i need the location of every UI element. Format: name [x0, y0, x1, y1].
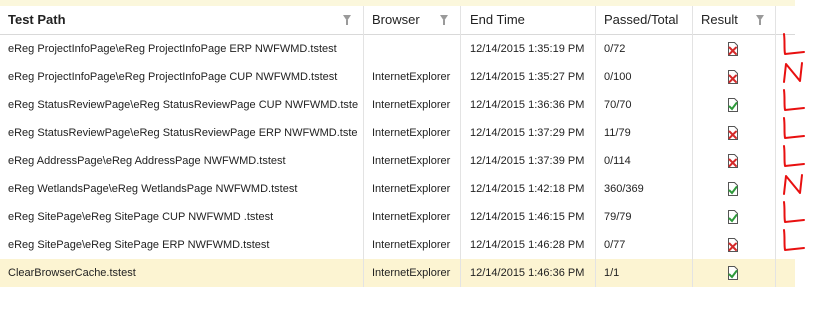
browser-cell: InternetExplorer — [372, 183, 451, 195]
fail-result-icon — [728, 70, 738, 84]
table-row[interactable]: ClearBrowserCache.tstest InternetExplorer… — [0, 259, 795, 287]
table-row[interactable]: eReg SitePage\eReg SitePage ERP NWFWMD.t… — [0, 231, 795, 259]
table-row[interactable]: eReg StatusReviewPage\eReg StatusReviewP… — [0, 119, 795, 147]
passed-total-cell: 11/79 — [604, 127, 631, 139]
end-time-cell: 12/14/2015 1:35:19 PM — [470, 43, 585, 55]
column-header-label: Passed/Total — [604, 12, 679, 27]
browser-cell: InternetExplorer — [372, 155, 451, 167]
filter-icon[interactable] — [756, 15, 764, 25]
annotation-mark-l — [783, 145, 805, 167]
pass-result-icon — [728, 182, 738, 196]
passed-total-cell: 79/79 — [604, 211, 632, 223]
annotation-mark-l — [783, 229, 805, 251]
end-time-cell: 12/14/2015 1:46:15 PM — [470, 211, 585, 223]
browser-cell — [372, 35, 456, 63]
grid-body: eReg ProjectInfoPage\eReg ProjectInfoPag… — [0, 35, 795, 287]
end-time-cell: 12/14/2015 1:46:36 PM — [470, 267, 585, 279]
table-row[interactable]: eReg AddressPage\eReg AddressPage NWFWMD… — [0, 147, 795, 175]
end-time-cell: 12/14/2015 1:46:28 PM — [470, 239, 585, 251]
test-path-cell: eReg ProjectInfoPage\eReg ProjectInfoPag… — [8, 71, 338, 83]
end-time-cell: 12/14/2015 1:37:39 PM — [470, 155, 585, 167]
test-path-cell: eReg StatusReviewPage\eReg StatusReviewP… — [8, 99, 358, 111]
grid-header: Test Path Browser End Time Passed/Total … — [0, 6, 795, 35]
column-divider — [460, 6, 461, 287]
fail-result-icon — [728, 238, 738, 252]
pass-result-icon — [728, 266, 738, 280]
end-time-cell: 12/14/2015 1:35:27 PM — [470, 71, 585, 83]
pass-result-icon — [728, 210, 738, 224]
browser-cell: InternetExplorer — [372, 71, 451, 83]
test-path-cell: ClearBrowserCache.tstest — [8, 267, 136, 279]
browser-cell: InternetExplorer — [372, 239, 451, 251]
annotation-mark-l — [783, 89, 805, 111]
annotation-mark-l — [783, 201, 805, 223]
browser-cell: InternetExplorer — [372, 267, 451, 279]
test-path-cell: eReg WetlandsPage\eReg WetlandsPage NWFW… — [8, 183, 298, 195]
column-header-label: Test Path — [8, 12, 66, 27]
table-row[interactable]: eReg ProjectInfoPage\eReg ProjectInfoPag… — [0, 35, 795, 63]
end-time-cell: 12/14/2015 1:37:29 PM — [470, 127, 585, 139]
passed-total-cell: 0/77 — [604, 239, 626, 251]
handwritten-annotations — [783, 33, 805, 251]
test-path-cell: eReg SitePage\eReg SitePage ERP NWFWMD.t… — [8, 239, 270, 251]
end-time-cell: 12/14/2015 1:42:18 PM — [470, 183, 585, 195]
passed-total-cell: 360/369 — [604, 183, 644, 195]
test-path-cell: eReg StatusReviewPage\eReg StatusReviewP… — [8, 127, 358, 139]
column-divider — [775, 6, 776, 287]
column-header-passed-total[interactable]: Passed/Total — [604, 6, 692, 34]
fail-result-icon — [728, 42, 738, 56]
browser-cell: InternetExplorer — [372, 211, 451, 223]
table-row[interactable]: eReg SitePage\eReg SitePage CUP NWFWMD .… — [0, 203, 795, 231]
passed-total-cell: 0/72 — [604, 43, 626, 55]
column-header-end-time[interactable]: End Time — [470, 6, 590, 34]
test-results-grid: Test Path Browser End Time Passed/Total … — [0, 6, 795, 287]
browser-cell: InternetExplorer — [372, 99, 451, 111]
column-divider — [363, 6, 364, 287]
pass-result-icon — [728, 98, 738, 112]
annotation-mark-n — [783, 174, 803, 195]
fail-result-icon — [728, 154, 738, 168]
filter-icon[interactable] — [440, 15, 448, 25]
column-divider — [595, 6, 596, 287]
column-header-test-path[interactable]: Test Path — [8, 6, 348, 34]
table-row[interactable]: eReg WetlandsPage\eReg WetlandsPage NWFW… — [0, 175, 795, 203]
filter-icon[interactable] — [343, 15, 351, 25]
column-header-result[interactable]: Result — [701, 6, 751, 34]
browser-cell: InternetExplorer — [372, 127, 451, 139]
column-header-label: End Time — [470, 12, 525, 27]
passed-total-cell: 0/114 — [604, 155, 631, 167]
test-path-cell: eReg ProjectInfoPage\eReg ProjectInfoPag… — [8, 43, 337, 55]
annotation-mark-l — [783, 117, 805, 139]
passed-total-cell: 1/1 — [604, 267, 620, 279]
column-header-label: Result — [701, 12, 738, 27]
column-header-label: Browser — [372, 12, 420, 27]
fail-result-icon — [728, 126, 738, 140]
table-row[interactable]: eReg ProjectInfoPage\eReg ProjectInfoPag… — [0, 63, 795, 91]
column-divider — [692, 6, 693, 287]
table-row[interactable]: eReg StatusReviewPage\eReg StatusReviewP… — [0, 91, 795, 119]
test-path-cell: eReg SitePage\eReg SitePage CUP NWFWMD .… — [8, 211, 274, 223]
end-time-cell: 12/14/2015 1:36:36 PM — [470, 99, 585, 111]
passed-total-cell: 0/100 — [604, 71, 632, 83]
annotation-mark-n — [783, 62, 803, 83]
test-path-cell: eReg AddressPage\eReg AddressPage NWFWMD… — [8, 155, 286, 167]
passed-total-cell: 70/70 — [604, 99, 632, 111]
annotation-mark-l — [783, 33, 805, 55]
